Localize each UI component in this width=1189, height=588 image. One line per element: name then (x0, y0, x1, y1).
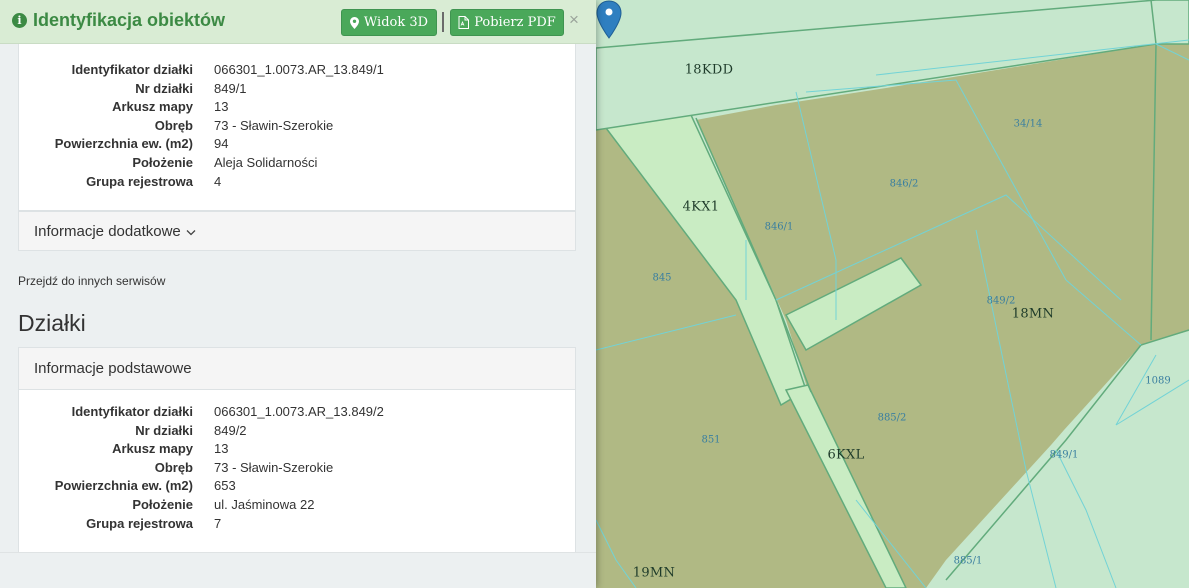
map-label-851: 851 (701, 434, 721, 446)
panel-title: i Identyfikacja obiektów (12, 10, 225, 31)
property-key: Identyfikator działki (71, 62, 193, 77)
map-label-19mn: 19MN (632, 565, 676, 581)
property-value: 653 (214, 478, 236, 494)
property-value: 7 (214, 515, 222, 531)
property-key: Identyfikator działki (71, 404, 193, 419)
property-key: Obręb (154, 117, 193, 133)
property-value: 849/1 (214, 80, 247, 96)
map-label-846-1: 846/1 (764, 221, 794, 233)
map-label-885-2: 885/2 (877, 412, 907, 424)
section-title: Działki (18, 310, 86, 336)
property-key: Grupa rejestrowa (86, 173, 193, 189)
property-row: Powierzchnia ew. (m2) 94 (19, 136, 575, 154)
map-label-846-2: 846/2 (889, 178, 919, 190)
property-row: Powierzchnia ew. (m2) 653 (19, 478, 575, 496)
map-label-18kdd: 18KDD (684, 62, 734, 78)
basic-info-label: Informacje podstawowe (34, 360, 192, 377)
property-value: 066301_1.0073.AR_13.849/2 (214, 404, 384, 419)
identification-panel: i Identyfikacja obiektów Widok 3D Pobier… (0, 0, 596, 588)
property-row: Obręb 73 - Sławin-Szerokie (19, 460, 575, 478)
property-row: Identyfikator działki 066301_1.0073.AR_13… (19, 62, 575, 80)
property-value: 4 (214, 173, 222, 189)
property-row: Grupa rejestrowa 7 (19, 516, 575, 534)
property-row: Arkusz mapy 13 (19, 441, 575, 459)
property-key: Powierzchnia ew. (m2) (54, 478, 193, 494)
view-3d-button[interactable]: Widok 3D (341, 9, 437, 36)
additional-info-label: Informacje dodatkowe (34, 222, 181, 240)
property-value: Aleja Solidarności (214, 155, 318, 170)
property-row: Identyfikator działki 066301_1.0073.AR_13… (19, 404, 575, 422)
map-view[interactable]: 18KDD 4KX1 18MN 6KXL 19MN 34/14 846/2 84… (596, 0, 1189, 588)
property-key: Nr działki (135, 80, 193, 96)
property-key: Arkusz mapy (112, 441, 193, 457)
map-label-34-14: 34/14 (1013, 118, 1043, 130)
additional-info-toggle[interactable]: Informacje dodatkowe (18, 211, 576, 251)
property-row: Położenie ul. Jaśminowa 22 (19, 497, 575, 515)
property-key: Grupa rejestrowa (86, 515, 193, 531)
panel-title-text: Identyfikacja obiektów (33, 10, 226, 30)
pdf-file-icon (458, 16, 470, 29)
close-icon[interactable]: × (569, 10, 579, 30)
property-row: Arkusz mapy 13 (19, 99, 575, 117)
map-label-849-1: 849/1 (1049, 449, 1079, 461)
map-label-885-1: 885/1 (953, 555, 983, 567)
download-pdf-label: Pobierz PDF (474, 15, 556, 30)
chevron-down-icon (186, 229, 196, 235)
property-key: Nr działki (135, 422, 193, 438)
other-services-link[interactable]: Przejdź do innych serwisów (18, 274, 165, 288)
header-separator (442, 12, 444, 32)
panel-content[interactable]: Identyfikator działki 066301_1.0073.AR_13… (0, 44, 596, 552)
property-row: Nr działki 849/1 (19, 81, 575, 99)
property-value: 94 (214, 136, 229, 152)
property-row: Nr działki 849/2 (19, 423, 575, 441)
property-value: ul. Jaśminowa 22 (214, 497, 315, 512)
property-row: Położenie Aleja Solidarności (19, 155, 575, 173)
property-key: Obręb (154, 459, 193, 475)
basic-info-header[interactable]: Informacje podstawowe (18, 347, 576, 390)
view-3d-label: Widok 3D (363, 15, 429, 30)
property-value: 13 (214, 99, 229, 115)
parcel-849-1-card: Identyfikator działki 066301_1.0073.AR_13… (18, 44, 576, 211)
download-pdf-button[interactable]: Pobierz PDF (450, 9, 564, 36)
property-value: 13 (214, 441, 229, 457)
property-key: Arkusz mapy (112, 99, 193, 115)
property-value: 066301_1.0073.AR_13.849/1 (214, 62, 384, 77)
property-row: Obręb 73 - Sławin-Szerokie (19, 118, 575, 136)
property-value: 73 - Sławin-Szerokie (214, 459, 334, 475)
property-row: Grupa rejestrowa 4 (19, 174, 575, 192)
property-key: Położenie (132, 497, 193, 512)
map-label-1089: 1089 (1145, 375, 1171, 387)
parcel-849-2-card: Identyfikator działki 066301_1.0073.AR_13… (18, 389, 576, 552)
property-value: 73 - Sławin-Szerokie (214, 117, 334, 133)
info-icon: i (12, 13, 27, 28)
map-label-845: 845 (652, 272, 672, 284)
property-value: 849/2 (214, 422, 247, 438)
map-marker-icon (349, 16, 359, 29)
panel-header: i Identyfikacja obiektów Widok 3D Pobier… (0, 0, 596, 44)
property-key: Położenie (132, 155, 193, 170)
location-pin-icon[interactable] (596, 0, 622, 40)
map-canvas[interactable] (596, 0, 1189, 588)
map-label-849-2: 849/2 (986, 295, 1016, 307)
panel-footer (0, 552, 596, 588)
property-key: Powierzchnia ew. (m2) (54, 136, 193, 152)
map-label-6kxl: 6KXL (827, 447, 865, 463)
map-label-4kx1: 4KX1 (682, 199, 720, 215)
map-label-18mn: 18MN (1011, 306, 1055, 322)
